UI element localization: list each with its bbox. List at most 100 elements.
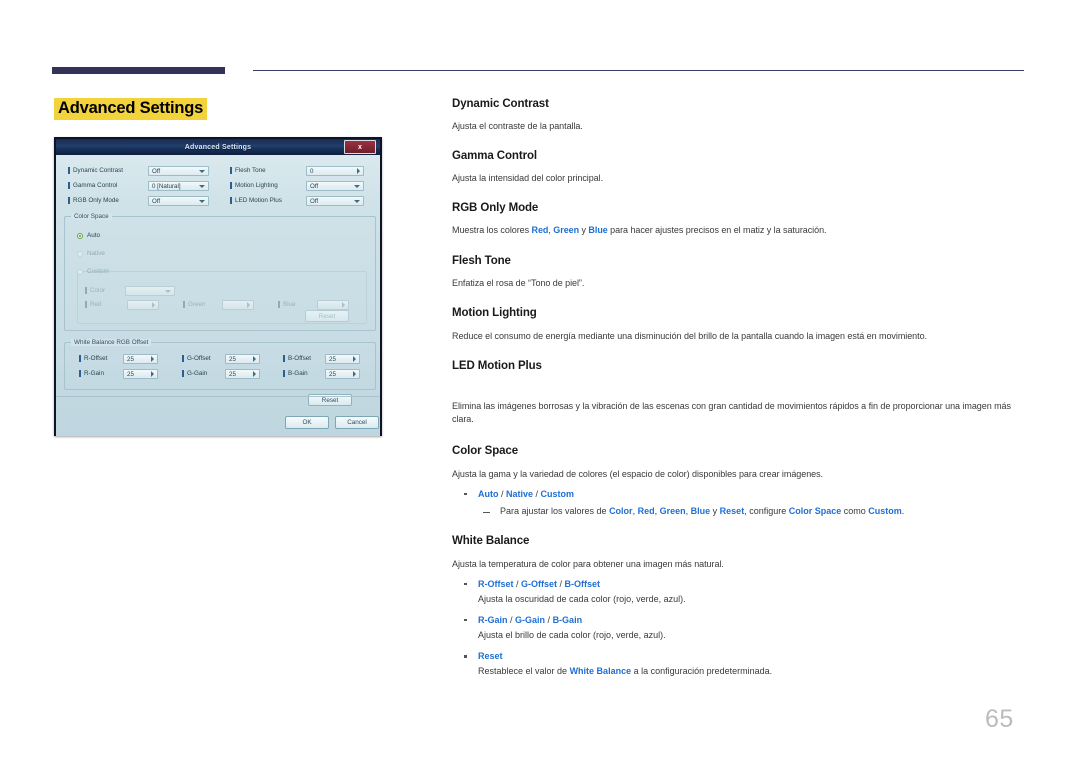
keyword-g-gain: G-Gain <box>515 614 546 625</box>
field-g-gain-label: G-Gain <box>182 370 207 377</box>
text-fragment: como <box>841 506 869 516</box>
radio-color-space-custom[interactable]: Custom <box>77 268 109 275</box>
dropdown-value: 0 [Natural] <box>152 182 181 190</box>
label-text: R-Gain <box>84 370 104 377</box>
field-rgb-only-mode-label: RGB Only Mode <box>68 197 119 204</box>
spinner-g-offset[interactable]: 25 <box>225 354 260 364</box>
field-b-offset-label: B-Offset <box>283 355 311 362</box>
color-space-group-title: Color Space <box>71 213 112 220</box>
dialog-footer-separator <box>56 396 380 397</box>
keyword-r-gain: R-Gain <box>478 614 508 625</box>
label-text: Gamma Control <box>73 182 118 189</box>
field-custom-red-label: Red <box>85 301 102 308</box>
keyword-r-offset: R-Offset <box>478 578 514 589</box>
spinner-custom-blue[interactable] <box>317 300 349 310</box>
field-marker-icon <box>230 167 232 174</box>
close-icon[interactable]: x <box>344 140 376 154</box>
field-marker-icon <box>283 355 285 362</box>
keyword-b-offset: B-Offset <box>564 578 601 589</box>
heading-gamma-control: Gamma Control <box>452 149 537 162</box>
text-fragment: Restablece el valor de <box>478 666 570 677</box>
bullet-dot-icon <box>464 492 467 496</box>
label-text: Green <box>188 301 206 308</box>
dropdown-dynamic-contrast[interactable]: Off <box>148 166 209 176</box>
dropdown-rgb-only-mode[interactable]: Off <box>148 196 209 206</box>
heading-rgb-only-mode: RGB Only Mode <box>452 201 539 214</box>
field-marker-icon <box>230 182 232 189</box>
page-title: Advanced Settings <box>54 98 208 121</box>
chevron-down-icon <box>199 199 205 203</box>
keyword-green: Green <box>553 225 580 236</box>
radio-color-space-auto[interactable]: Auto <box>77 232 100 239</box>
keyword-reset: Reset <box>478 651 503 662</box>
chevron-right-icon <box>353 371 356 377</box>
field-marker-icon <box>278 301 280 308</box>
custom-reset-button[interactable]: Reset <box>305 310 349 322</box>
dropdown-motion-lighting[interactable]: Off <box>306 181 364 191</box>
radio-dot-icon <box>77 232 83 239</box>
spinner-g-gain[interactable]: 25 <box>225 369 260 379</box>
text-fragment: para hacer ajustes precisos en el matiz … <box>607 225 827 236</box>
radio-label: Auto <box>87 232 100 239</box>
text-fragment: / <box>533 488 541 499</box>
label-text: Blue <box>283 301 296 308</box>
label-text: RGB Only Mode <box>73 197 119 204</box>
spinner-custom-red[interactable] <box>127 300 159 310</box>
keyword-reset: Reset <box>719 506 745 516</box>
chevron-right-icon <box>151 371 154 377</box>
dropdown-led-motion-plus[interactable]: Off <box>306 196 364 206</box>
radio-label: Custom <box>87 268 109 275</box>
spinner-flesh-tone[interactable]: 0 <box>306 166 364 176</box>
field-marker-icon <box>79 355 81 362</box>
spinner-value: 25 <box>127 370 134 378</box>
spinner-value: 25 <box>329 355 336 363</box>
spinner-r-gain[interactable]: 25 <box>123 369 158 379</box>
dropdown-value: Off <box>310 182 319 190</box>
field-g-offset-label: G-Offset <box>182 355 211 362</box>
label-text: G-Gain <box>187 370 208 377</box>
radio-color-space-native[interactable]: Native <box>77 250 105 257</box>
keyword-g-offset: G-Offset <box>521 578 558 589</box>
dialog-titlebar: Advanced Settings x <box>56 139 380 155</box>
text-fragment: / <box>507 614 516 625</box>
bullet-offset-options: R-Offset / G-Offset / B-Offset <box>452 578 1024 591</box>
bullet-offset-description: Ajusta la oscuridad de cada color (rojo,… <box>478 593 686 604</box>
spinner-custom-green[interactable] <box>222 300 254 310</box>
spinner-b-offset[interactable]: 25 <box>325 354 360 364</box>
keyword-red: Red <box>531 225 549 236</box>
chevron-right-icon <box>353 356 356 362</box>
label-text: Red <box>90 301 102 308</box>
chevron-right-icon <box>247 302 250 308</box>
body-gamma-control: Ajusta la intensidad del color principal… <box>452 172 604 183</box>
field-motion-lighting-label: Motion Lighting <box>230 182 278 189</box>
heading-white-balance: White Balance <box>452 535 530 548</box>
chevron-right-icon <box>253 356 256 362</box>
text-fragment: / <box>513 578 522 589</box>
chevron-right-icon <box>357 168 360 174</box>
dropdown-custom-color[interactable] <box>125 286 175 296</box>
field-marker-icon <box>182 370 184 377</box>
chevron-right-icon <box>151 356 154 362</box>
bullet-dot-icon <box>464 618 467 622</box>
cancel-button[interactable]: Cancel <box>335 416 379 429</box>
field-marker-icon <box>79 370 81 377</box>
white-balance-group-title: White Balance RGB Offset <box>71 339 152 346</box>
label-text: B-Gain <box>288 370 308 377</box>
text-fragment: / <box>557 578 565 589</box>
heading-color-space: Color Space <box>452 445 519 458</box>
text-fragment: y <box>710 506 720 516</box>
keyword-custom: Custom <box>868 506 902 516</box>
label-text: G-Offset <box>187 355 211 362</box>
text-fragment: , configure <box>744 506 789 516</box>
text-fragment: . <box>901 506 905 516</box>
radio-dot-icon <box>77 268 83 275</box>
spinner-r-offset[interactable]: 25 <box>123 354 158 364</box>
spinner-b-gain[interactable]: 25 <box>325 369 360 379</box>
page-number: 65 <box>985 705 1014 733</box>
ok-button[interactable]: OK <box>285 416 329 429</box>
keyword-red: Red <box>637 506 655 516</box>
bullet-color-space-options: Auto / Native / Custom <box>452 488 1024 501</box>
radio-dot-icon <box>77 250 83 257</box>
body-flesh-tone: Enfatiza el rosa de “Tono de piel”. <box>452 278 585 289</box>
dropdown-gamma-control[interactable]: 0 [Natural] <box>148 181 209 191</box>
